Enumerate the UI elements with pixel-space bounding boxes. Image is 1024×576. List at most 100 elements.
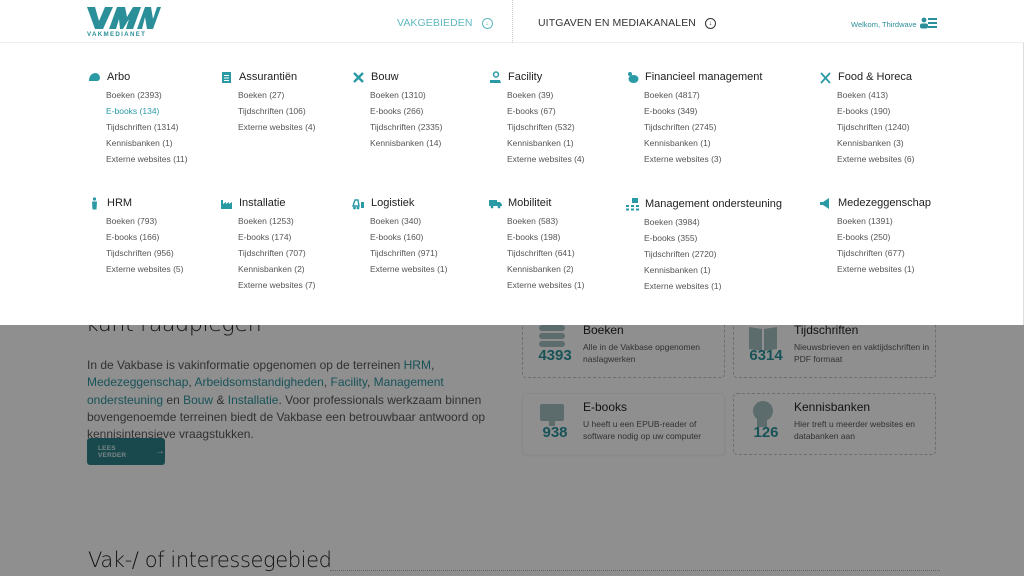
category-heading[interactable]: Financieel management — [626, 69, 762, 85]
category-link[interactable]: Externe websites (3) — [644, 151, 762, 167]
category-heading[interactable]: Mobiliteit — [489, 195, 584, 211]
clipboard-icon — [222, 71, 231, 83]
category-title: Logistiek — [371, 197, 415, 209]
cutlery-icon — [820, 71, 831, 84]
category-mobiliteit: Mobiliteit Boeken (583) E-books (198) Ti… — [489, 195, 584, 293]
nav-vakgebieden[interactable]: VAKGEBIEDEN ↓ — [397, 17, 493, 29]
category-heading[interactable]: Management ondersteuning — [626, 196, 782, 212]
category-title: Mobiliteit — [508, 197, 552, 209]
category-title: Medezeggenschap — [838, 197, 931, 209]
category-title: Food & Horeca — [838, 71, 912, 83]
category-link[interactable]: Externe websites (4) — [507, 151, 584, 167]
category-medezeggenschap: Medezeggenschap Boeken (1391) E-books (2… — [819, 195, 931, 277]
category-link[interactable]: Tijdschriften (2745) — [644, 119, 762, 135]
piggy-bank-icon — [628, 71, 639, 83]
category-link[interactable]: E-books (190) — [837, 103, 914, 119]
category-installatie: Installatie Boeken (1253) E-books (174) … — [220, 195, 315, 293]
category-link[interactable]: Kennisbanken (1) — [644, 262, 782, 278]
category-link[interactable]: Boeken (340) — [370, 213, 447, 229]
category-link[interactable]: Kennisbanken (1) — [106, 135, 188, 151]
category-link[interactable]: Boeken (1253) — [238, 213, 315, 229]
category-link[interactable]: Externe websites (7) — [238, 277, 315, 293]
category-link[interactable]: E-books (160) — [370, 229, 447, 245]
category-link[interactable]: Tijdschriften (641) — [507, 245, 584, 261]
category-link[interactable]: Boeken (793) — [106, 213, 183, 229]
category-heading[interactable]: HRM — [88, 195, 183, 211]
user-menu-icon[interactable] — [920, 17, 937, 29]
nav-divider — [512, 0, 513, 43]
category-link[interactable]: E-books (166) — [106, 229, 183, 245]
category-link[interactable]: Kennisbanken (2) — [507, 261, 584, 277]
category-link[interactable]: Boeken (27) — [238, 87, 315, 103]
category-link[interactable]: E-books (355) — [644, 230, 782, 246]
category-food-horeca: Food & Horeca Boeken (413) E-books (190)… — [819, 69, 914, 167]
service-hand-icon — [490, 70, 501, 83]
category-link[interactable]: Tijdschriften (106) — [238, 103, 315, 119]
category-link[interactable]: Kennisbanken (2) — [238, 261, 315, 277]
category-link[interactable]: Boeken (3984) — [644, 214, 782, 230]
category-link[interactable]: Externe websites (1) — [644, 278, 782, 294]
vakgebieden-mega-menu: Arbo Boeken (2393) E-books (134) Tijdsch… — [0, 43, 1024, 325]
category-link[interactable]: E-books (250) — [837, 229, 931, 245]
category-link[interactable]: Externe websites (1) — [507, 277, 584, 293]
welcome-text[interactable]: Welkom, Thirdwave — [851, 20, 917, 29]
vmn-logo-icon: VAKMEDIANET — [87, 7, 161, 38]
category-link[interactable]: E-books (349) — [644, 103, 762, 119]
category-link[interactable]: Tijdschriften (1240) — [837, 119, 914, 135]
category-link[interactable]: Externe websites (1) — [370, 261, 447, 277]
category-heading[interactable]: Installatie — [220, 195, 315, 211]
category-link[interactable]: Externe websites (11) — [106, 151, 188, 167]
category-link[interactable]: Boeken (2393) — [106, 87, 188, 103]
category-link[interactable]: E-books (67) — [507, 103, 584, 119]
category-link[interactable]: Tijdschriften (971) — [370, 245, 447, 261]
category-link[interactable]: E-books (134) — [106, 103, 188, 119]
category-link[interactable]: Kennisbanken (1) — [507, 135, 584, 151]
svg-text:VAKMEDIANET: VAKMEDIANET — [87, 31, 146, 37]
category-link[interactable]: Boeken (413) — [837, 87, 914, 103]
vakmedianet-logo[interactable]: VAKMEDIANET — [87, 7, 161, 42]
category-heading[interactable]: Assurantiën — [220, 69, 315, 85]
category-link[interactable]: Tijdschriften (2335) — [370, 119, 442, 135]
nav-uitgaven-en-mediakanalen[interactable]: UITGAVEN EN MEDIAKANALEN ↓ — [538, 17, 716, 29]
category-link[interactable]: E-books (174) — [238, 229, 315, 245]
category-title: Installatie — [239, 197, 286, 209]
category-arbo: Arbo Boeken (2393) E-books (134) Tijdsch… — [88, 69, 188, 167]
category-heading[interactable]: Arbo — [88, 69, 188, 85]
category-heading[interactable]: Medezeggenschap — [819, 195, 931, 211]
chevron-down-circle-icon: ↓ — [481, 17, 493, 29]
megaphone-icon — [820, 197, 829, 209]
category-link[interactable]: E-books (266) — [370, 103, 442, 119]
category-link[interactable]: Externe websites (5) — [106, 261, 183, 277]
category-heading[interactable]: Food & Horeca — [819, 69, 914, 85]
category-link[interactable]: Tijdschriften (677) — [837, 245, 931, 261]
tools-icon — [353, 71, 364, 83]
category-link[interactable]: Boeken (39) — [507, 87, 584, 103]
category-link[interactable]: E-books (198) — [507, 229, 584, 245]
category-financieel-management: Financieel management Boeken (4817) E-bo… — [626, 69, 762, 167]
category-link[interactable]: Boeken (1310) — [370, 87, 442, 103]
category-bouw: Bouw Boeken (1310) E-books (266) Tijdsch… — [352, 69, 442, 151]
helmet-icon — [89, 72, 100, 81]
category-link[interactable]: Tijdschriften (532) — [507, 119, 584, 135]
category-link[interactable]: Boeken (4817) — [644, 87, 762, 103]
category-title: Management ondersteuning — [645, 198, 782, 210]
category-link[interactable]: Tijdschriften (707) — [238, 245, 315, 261]
truck-icon — [489, 199, 502, 208]
category-link[interactable]: Externe websites (1) — [837, 261, 931, 277]
category-link[interactable]: Boeken (1391) — [837, 213, 931, 229]
category-link[interactable]: Kennisbanken (1) — [644, 135, 762, 151]
category-link[interactable]: Externe websites (6) — [837, 151, 914, 167]
category-heading[interactable]: Facility — [489, 69, 584, 85]
category-link[interactable]: Kennisbanken (3) — [837, 135, 914, 151]
category-link[interactable]: Kennisbanken (14) — [370, 135, 442, 151]
org-chart-icon — [626, 197, 639, 210]
category-link[interactable]: Tijdschriften (956) — [106, 245, 183, 261]
category-link[interactable]: Tijdschriften (2720) — [644, 246, 782, 262]
site-header: VAKMEDIANET VAKGEBIEDEN ↓ UITGAVEN EN ME… — [0, 0, 1024, 43]
category-heading[interactable]: Bouw — [352, 69, 442, 85]
category-title: Assurantiën — [239, 71, 298, 83]
category-link[interactable]: Externe websites (4) — [238, 119, 315, 135]
category-heading[interactable]: Logistiek — [352, 195, 447, 211]
category-link[interactable]: Tijdschriften (1314) — [106, 119, 188, 135]
category-link[interactable]: Boeken (583) — [507, 213, 584, 229]
